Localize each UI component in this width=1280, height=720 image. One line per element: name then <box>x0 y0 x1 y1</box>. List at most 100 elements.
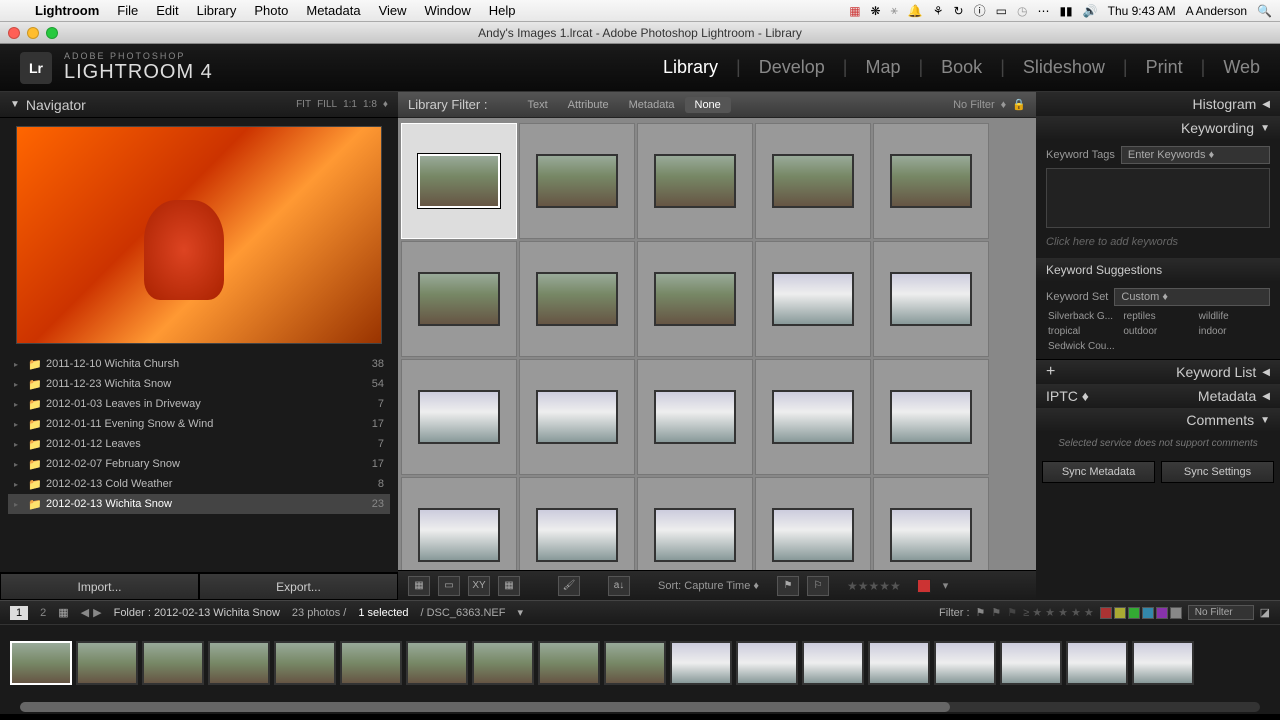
folder-row[interactable]: ▸📁2012-01-03 Leaves in Driveway7 <box>8 394 390 414</box>
import-button[interactable]: Import... <box>0 573 199 600</box>
grid-cell[interactable] <box>519 123 635 239</box>
grid-icon[interactable]: ▦ <box>58 606 68 619</box>
flag-filter-icon[interactable]: ⚑ <box>991 606 1001 619</box>
keyword-set-dropdown[interactable]: Custom ♦ <box>1114 288 1270 306</box>
zoom-button[interactable] <box>46 27 58 39</box>
filter-none[interactable]: None <box>685 97 731 113</box>
module-map[interactable]: Map <box>865 57 900 78</box>
keyword-suggestions-header[interactable]: Keyword Suggestions <box>1036 258 1280 282</box>
grid-cell[interactable] <box>755 123 871 239</box>
grid-cell[interactable] <box>873 123 989 239</box>
navigator-header[interactable]: ▼ Navigator FIT FILL 1:1 1:8 ♦ <box>0 92 398 118</box>
keyword-preset-item[interactable]: tropical <box>1046 325 1119 338</box>
accessibility-icon[interactable]: ⓘ <box>974 2 986 19</box>
filmstrip-thumb[interactable] <box>340 641 402 685</box>
compare-view-icon[interactable]: XY <box>468 576 490 596</box>
nav-fit[interactable]: FIT <box>296 99 311 110</box>
filmstrip-thumb[interactable] <box>670 641 732 685</box>
spotlight-icon[interactable]: 🔍 <box>1257 4 1272 18</box>
rating-stars[interactable]: ★★★★★ <box>847 579 901 593</box>
filter-attribute[interactable]: Attribute <box>558 97 619 113</box>
notification-icon[interactable]: 🔔 <box>908 4 923 18</box>
keyword-preset-item[interactable]: wildlife <box>1197 310 1270 323</box>
grid-cell[interactable] <box>401 477 517 570</box>
breadcrumb-path[interactable]: Folder : 2012-02-13 Wichita Snow <box>114 607 280 619</box>
nav-back-icon[interactable]: ◀ <box>81 606 89 619</box>
nav-forward-icon[interactable]: ▶ <box>93 606 101 619</box>
folder-row[interactable]: ▸📁2011-12-10 Wichita Chursh38 <box>8 354 390 374</box>
menu-window[interactable]: Window <box>416 3 480 18</box>
bluetooth-icon[interactable]: ⚹ <box>891 3 898 18</box>
chevron-down-icon[interactable]: ▾ <box>943 579 949 592</box>
metadata-header[interactable]: IPTC ♦Metadata◀ <box>1036 384 1280 408</box>
grid-cell[interactable] <box>401 359 517 475</box>
menu-file[interactable]: File <box>108 3 147 18</box>
keyword-preset-item[interactable]: outdoor <box>1121 325 1194 338</box>
filter-metadata[interactable]: Metadata <box>619 97 685 113</box>
sync-icon[interactable]: ↻ <box>954 4 964 18</box>
filter-lock-icon[interactable]: ◪ <box>1260 606 1270 619</box>
module-print[interactable]: Print <box>1146 57 1183 78</box>
module-library[interactable]: Library <box>663 57 718 78</box>
grid-cell[interactable] <box>637 123 753 239</box>
disclosure-icon[interactable]: ▼ <box>10 99 20 110</box>
filmstrip-thumb[interactable] <box>736 641 798 685</box>
keyword-preset-item[interactable]: reptiles <box>1121 310 1194 323</box>
menu-metadata[interactable]: Metadata <box>297 3 369 18</box>
grid-cell[interactable] <box>637 359 753 475</box>
menu-view[interactable]: View <box>370 3 416 18</box>
keyword-tags-dropdown[interactable]: Enter Keywords ♦ <box>1121 146 1270 164</box>
nav-1to1[interactable]: 1:1 <box>343 99 357 110</box>
battery-icon[interactable]: ▮▮ <box>1059 4 1072 18</box>
filmstrip-thumb[interactable] <box>868 641 930 685</box>
folder-row[interactable]: ▸📁2012-02-07 February Snow17 <box>8 454 390 474</box>
folder-row[interactable]: ▸📁2012-02-13 Cold Weather8 <box>8 474 390 494</box>
timemachine-icon[interactable]: ◷ <box>1017 4 1027 18</box>
app-menu[interactable]: Lightroom <box>26 3 108 18</box>
filmstrip-thumb[interactable] <box>10 641 72 685</box>
grid-cell[interactable] <box>519 241 635 357</box>
filmstrip-thumb[interactable] <box>406 641 468 685</box>
display-icon[interactable]: ▭ <box>996 4 1007 18</box>
filter-text[interactable]: Text <box>517 97 557 113</box>
flag-pick-icon[interactable]: ⚑ <box>777 576 799 596</box>
grid-cell[interactable] <box>401 123 517 239</box>
secondary-display[interactable]: 2 <box>40 607 46 619</box>
filmstrip-thumb[interactable] <box>274 641 336 685</box>
keyword-textarea[interactable] <box>1046 168 1270 228</box>
grid-view-icon[interactable]: ▦ <box>408 576 430 596</box>
sort-direction-icon[interactable]: a↓ <box>608 576 630 596</box>
grid-cell[interactable] <box>873 241 989 357</box>
filmstrip-thumb[interactable] <box>1066 641 1128 685</box>
grid-cell[interactable] <box>637 241 753 357</box>
navigator-preview[interactable] <box>16 126 382 344</box>
chevron-down-icon[interactable]: ▾ <box>517 606 523 619</box>
filmstrip-thumb[interactable] <box>1132 641 1194 685</box>
close-button[interactable] <box>8 27 20 39</box>
minimize-button[interactable] <box>27 27 39 39</box>
module-develop[interactable]: Develop <box>759 57 825 78</box>
folder-row[interactable]: ▸📁2012-02-13 Wichita Snow23 <box>8 494 390 514</box>
survey-view-icon[interactable]: ▦ <box>498 576 520 596</box>
status-icon[interactable]: ▦ <box>849 4 860 18</box>
color-label[interactable] <box>917 579 931 593</box>
keyword-hint[interactable]: Click here to add keywords <box>1046 232 1270 252</box>
export-button[interactable]: Export... <box>199 573 398 600</box>
grid-cell[interactable] <box>519 477 635 570</box>
loupe-view-icon[interactable]: ▭ <box>438 576 460 596</box>
sort-value[interactable]: Capture Time <box>684 580 750 592</box>
histogram-header[interactable]: Histogram◀ <box>1036 92 1280 116</box>
user-menu[interactable]: A Anderson <box>1186 4 1247 18</box>
sync-metadata-button[interactable]: Sync Metadata <box>1042 461 1155 483</box>
current-file[interactable]: / DSC_6363.NEF <box>421 607 506 619</box>
filmstrip-thumb[interactable] <box>142 641 204 685</box>
filmstrip-thumb[interactable] <box>1000 641 1062 685</box>
nav-fill[interactable]: FILL <box>317 99 337 110</box>
sync-settings-button[interactable]: Sync Settings <box>1161 461 1274 483</box>
folder-row[interactable]: ▸📁2011-12-23 Wichita Snow54 <box>8 374 390 394</box>
volume-icon[interactable]: 🔊 <box>1083 4 1098 18</box>
flag-filter-icon[interactable]: ⚑ <box>1007 606 1017 619</box>
filter-preset[interactable]: No Filter <box>953 99 995 111</box>
filmstrip-thumb[interactable] <box>472 641 534 685</box>
lock-icon[interactable]: 🔒 <box>1012 98 1026 111</box>
